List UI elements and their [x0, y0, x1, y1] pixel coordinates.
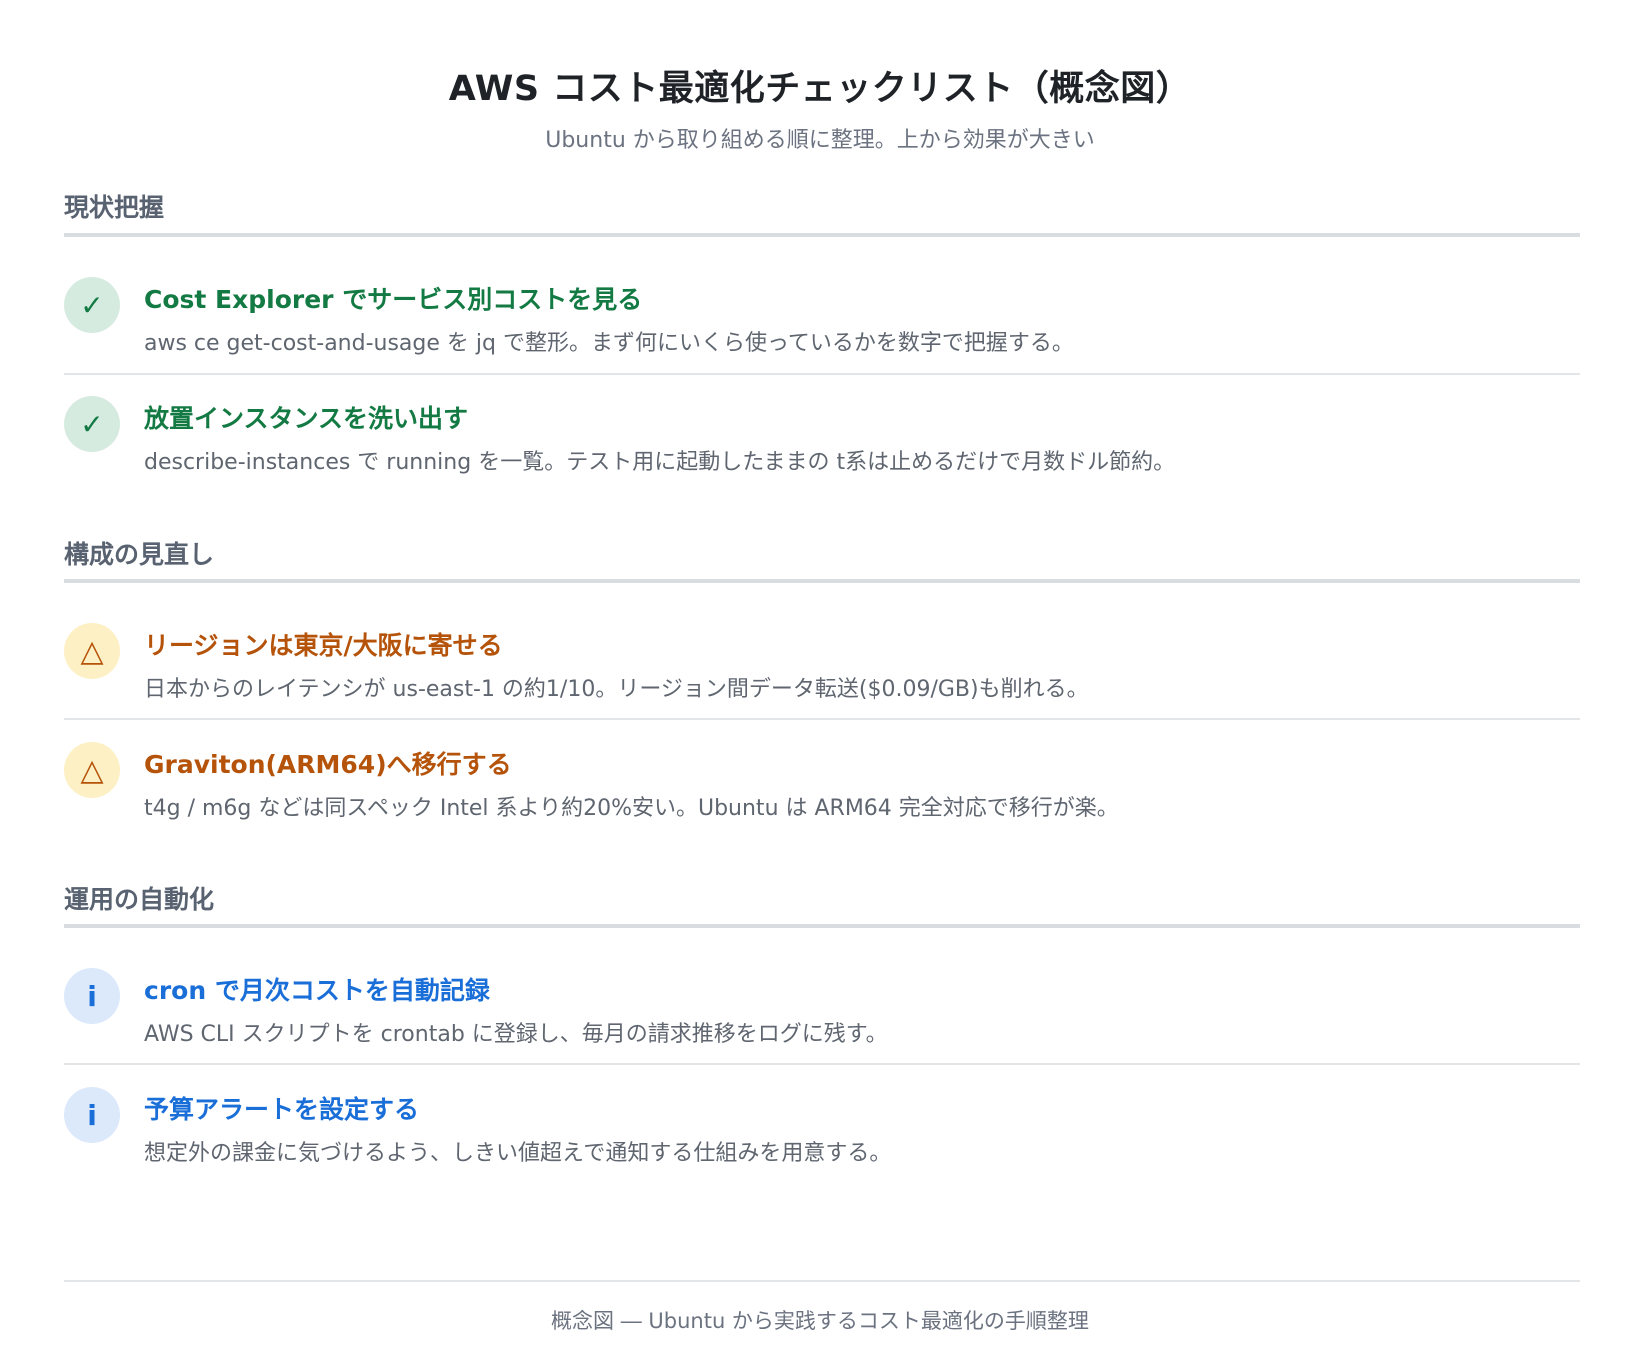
- warning-triangle-icon: △: [64, 623, 120, 679]
- item-divider: [64, 1063, 1580, 1065]
- page-subtitle: Ubuntu から取り組める順に整理。上から効果が大きい: [545, 128, 1095, 153]
- item-description: describe-instances で running を一覧。テスト用に起動…: [144, 450, 1176, 475]
- info-icon: i: [64, 1087, 120, 1143]
- item-description: aws ce get-cost-and-usage を jq で整形。まず何にい…: [144, 331, 1074, 356]
- section-heading-automation: 運用の自動化: [64, 885, 215, 914]
- item-description: 想定外の課金に気づけるよう、しきい値超えで通知する仕組みを用意する。: [144, 1141, 892, 1166]
- check-icon: ✓: [64, 396, 120, 452]
- warning-triangle-icon: △: [64, 742, 120, 798]
- footer-caption: 概念図 ― Ubuntu から実践するコスト最適化の手順整理: [551, 1309, 1089, 1333]
- item-divider: [64, 718, 1580, 720]
- checklist-diagram: AWS コスト最適化チェックリスト（概念図） Ubuntu から取り組める順に整…: [0, 0, 1640, 1372]
- section-heading-architecture-review: 構成の見直し: [64, 540, 215, 569]
- item-description: t4g / m6g などは同スペック Intel 系より約20%安い。Ubunt…: [144, 796, 1119, 821]
- section-divider: [64, 233, 1580, 237]
- item-title: cron で月次コストを自動記録: [144, 976, 490, 1005]
- info-icon: i: [64, 968, 120, 1024]
- item-title: Cost Explorer でサービス別コストを見る: [144, 285, 643, 314]
- item-title: 放置インスタンスを洗い出す: [144, 404, 469, 433]
- item-title: 予算アラートを設定する: [144, 1095, 420, 1124]
- section-heading-current-status: 現状把握: [64, 193, 165, 222]
- section-divider: [64, 579, 1580, 583]
- page-title: AWS コスト最適化チェックリスト（概念図）: [448, 69, 1192, 109]
- item-description: AWS CLI スクリプトを crontab に登録し、毎月の請求推移をログに残…: [144, 1022, 888, 1047]
- section-divider: [64, 924, 1580, 928]
- item-divider: [64, 373, 1580, 375]
- item-description: 日本からのレイテンシが us-east-1 の約1/10。リージョン間データ転送…: [144, 677, 1089, 702]
- footer-divider: [64, 1280, 1580, 1282]
- item-title: リージョンは東京/大阪に寄せる: [144, 631, 503, 660]
- item-title: Graviton(ARM64)へ移行する: [144, 750, 512, 779]
- check-icon: ✓: [64, 277, 120, 333]
